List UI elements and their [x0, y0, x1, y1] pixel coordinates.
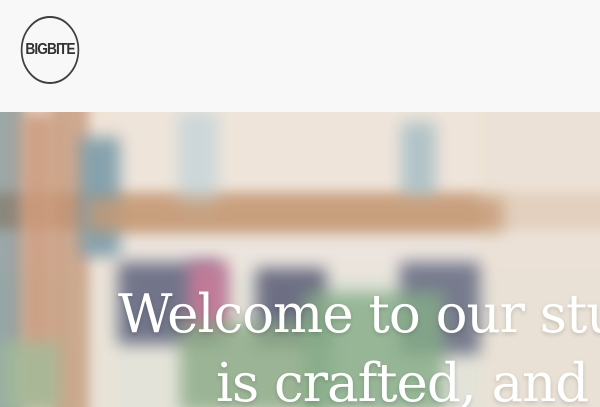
logo-text: BIGBITE	[25, 41, 75, 58]
hero-headline-line-1: Welcome to our stu	[118, 284, 600, 345]
hero-section: Welcome to our stu is crafted, and ic	[0, 112, 600, 407]
site-header: BIGBITE	[0, 0, 600, 112]
hero-headline-line-2: is crafted, and ic	[216, 353, 600, 407]
bigbite-logo-link[interactable]: BIGBITE	[20, 16, 80, 84]
page: BIGBITE Welcome to our stu is crafted, a…	[0, 0, 600, 407]
hero-headline: Welcome to our stu is crafted, and ic	[118, 280, 600, 407]
